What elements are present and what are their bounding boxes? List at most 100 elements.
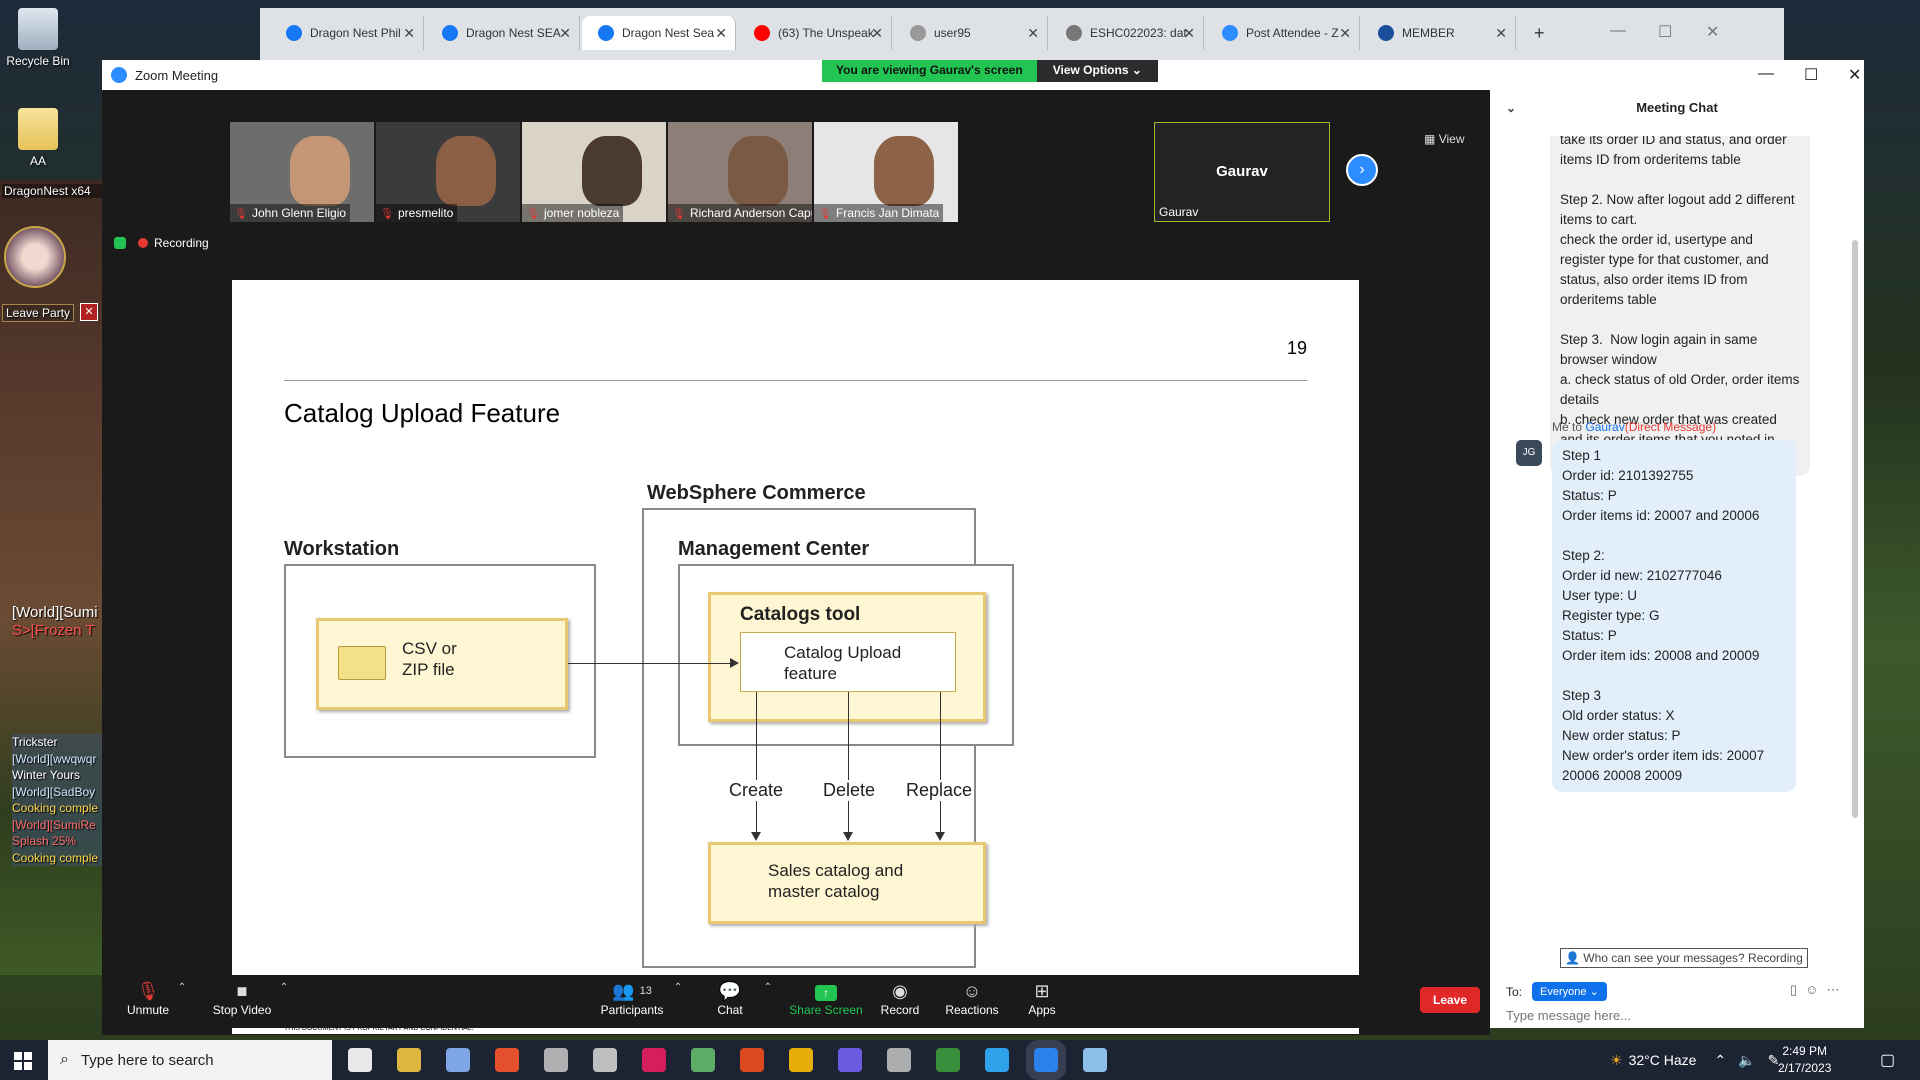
aa-folder-shortcut[interactable]: AA [0,108,76,168]
record-button[interactable]: ◉ Record [872,979,928,1017]
close-tab-icon[interactable]: ✕ [559,25,571,42]
new-tab-button[interactable]: + [1518,16,1545,50]
zoom-maximize-button[interactable]: ☐ [1804,65,1818,85]
participant-tile[interactable]: 🎙Richard Anderson Capua - [668,122,812,222]
youtube-icon [754,25,770,41]
chevron-down-icon[interactable]: ⌄ [1506,90,1516,126]
caret-up-icon: ⌃ [279,982,289,993]
close-tab-icon[interactable]: ✕ [1183,25,1195,42]
browser-close-button[interactable]: ✕ [1706,22,1719,42]
weather-label[interactable]: 32°C Haze [1629,1052,1697,1068]
recycle-bin-shortcut[interactable]: Recycle Bin [0,8,76,68]
zoom-icon[interactable] [1026,1040,1066,1080]
game-icon[interactable] [593,1048,617,1072]
facebook-icon [598,25,614,41]
taskbar-clock[interactable]: 2:49 PM 2/17/2023 [1778,1043,1831,1077]
viber-icon[interactable] [838,1048,862,1072]
close-tab-icon[interactable]: ✕ [871,25,883,42]
chrome-icon[interactable] [789,1048,813,1072]
file-to-upload-arrow [568,663,732,664]
audio-options-caret[interactable]: ⌃ [176,979,188,993]
game-chat-line: [World][SadBoy [12,783,104,800]
brave-icon[interactable] [495,1048,519,1072]
windows-start-icon[interactable] [14,1052,32,1070]
participant-tile[interactable]: 🎙 presmelito [376,122,520,222]
active-speaker-tile[interactable]: Gaurav Gaurav [1154,122,1330,222]
who-can-see-notice[interactable]: 👤 Who can see your messages? Recording O… [1560,948,1808,968]
participant-name: Francis Jan Dimata [835,206,940,220]
speaker-icon[interactable]: 🔈 [1738,1052,1755,1069]
participant-tile[interactable]: 🎙 jomer nobleza [522,122,666,222]
emoji-icon[interactable]: ☺ [1805,982,1826,997]
participants-button[interactable]: 👥 13 Participants [592,979,672,1017]
chat-header: ⌄ Meeting Chat [1490,90,1864,126]
shared-slide: 19 Catalog Upload Feature WebSphere Comm… [232,280,1359,1034]
taskbar-search[interactable]: ⌕ Type here to search [48,1040,332,1080]
app-icon[interactable] [446,1048,470,1072]
close-tab-icon[interactable]: ✕ [715,25,727,42]
browser-tab[interactable]: user95 ✕ [894,16,1048,50]
caret-up-icon: ⌃ [673,982,683,993]
unmute-label: Unmute [126,1003,170,1017]
more-icon[interactable]: ⋯ [1826,982,1847,997]
browser-tab[interactable]: ESHC022023: dat ✕ [1050,16,1204,50]
share-screen-button[interactable]: ↑ Share Screen [788,979,864,1017]
dm-recipient[interactable]: Gaurav [1585,420,1624,434]
video-options-caret[interactable]: ⌃ [278,979,290,993]
leave-button[interactable]: Leave [1420,987,1480,1013]
browser-tab[interactable]: MEMBER ✕ [1362,16,1516,50]
intellij-icon[interactable] [642,1048,666,1072]
browser-tab[interactable]: Dragon Nest Phil ✕ [270,16,424,50]
unmute-button[interactable]: 🎙 Unmute [120,979,176,1017]
message-input[interactable] [1506,1008,1806,1023]
zoom-minimize-button[interactable]: — [1758,65,1774,83]
chat-options-caret[interactable]: ⌃ [762,979,774,993]
browser-maximize-button[interactable]: ☐ [1658,22,1672,42]
recipient-dropdown[interactable]: Everyone ⌄ [1532,982,1607,1001]
leave-party-button[interactable]: Leave Party [2,304,75,322]
apps-button[interactable]: ⊞ Apps [1020,979,1064,1017]
browser-tab[interactable]: Dragon Nest Sea ✕ [582,16,736,50]
participants-options-caret[interactable]: ⌃ [672,979,684,993]
participant-video [728,136,788,206]
notifications-icon[interactable]: ▢ [1880,1050,1895,1070]
browser-tab[interactable]: Post Attendee - Z ✕ [1206,16,1360,50]
browser-tab[interactable]: Dragon Nest SEA ✕ [426,16,580,50]
photos-icon[interactable] [544,1048,568,1072]
weather-icon[interactable]: ☀ [1610,1052,1623,1069]
edge-icon[interactable] [985,1048,1009,1072]
participant-tile[interactable]: 🎙 John Glenn Eligio [230,122,374,222]
dragon-nest-icon[interactable] [936,1048,960,1072]
close-tab-icon[interactable]: ✕ [403,25,415,42]
participant-video [582,136,642,206]
chat-scrollbar[interactable] [1852,240,1858,818]
stop-video-button[interactable]: ■ Stop Video [204,979,280,1017]
chevron-up-icon[interactable]: ⌃ [1714,1052,1726,1069]
zoom-close-button[interactable]: ✕ [1848,65,1861,85]
participant-tile[interactable]: 🎙 Francis Jan Dimata [814,122,958,222]
chat-messages: take its order ID and status, and order … [1490,136,1864,936]
next-page-button[interactable]: › [1346,154,1378,186]
file-icon[interactable]: ▯ [1790,982,1805,997]
browser-tab[interactable]: (63) The Unspeak ✕ [738,16,892,50]
chat-button[interactable]: 💬 Chat [702,979,758,1017]
recycle-bin-label: Recycle Bin [6,54,70,68]
figma-icon[interactable] [740,1048,764,1072]
record-icon: ◉ [892,981,908,1001]
close-tab-icon[interactable]: ✕ [1495,25,1507,42]
info-icon: 👤 [1565,951,1580,965]
file-explorer-icon[interactable] [397,1048,421,1072]
view-button[interactable]: ▦ View [1424,132,1464,146]
view-options-button[interactable]: View Options ⌄ [1036,60,1158,82]
close-tab-icon[interactable]: ✕ [1339,25,1351,42]
close-party-icon[interactable]: ✕ [80,303,98,321]
notes-icon[interactable] [1083,1048,1107,1072]
task-view-icon[interactable] [348,1048,372,1072]
close-tab-icon[interactable]: ✕ [1027,25,1039,42]
notepad-icon[interactable] [691,1048,715,1072]
participant-name: John Glenn Eligio [251,206,347,220]
browser-minimize-button[interactable]: — [1610,22,1626,40]
recording-indicator[interactable]: Recording [114,236,209,250]
steam-icon[interactable] [887,1048,911,1072]
reactions-button[interactable]: ☺ Reactions [940,979,1004,1017]
